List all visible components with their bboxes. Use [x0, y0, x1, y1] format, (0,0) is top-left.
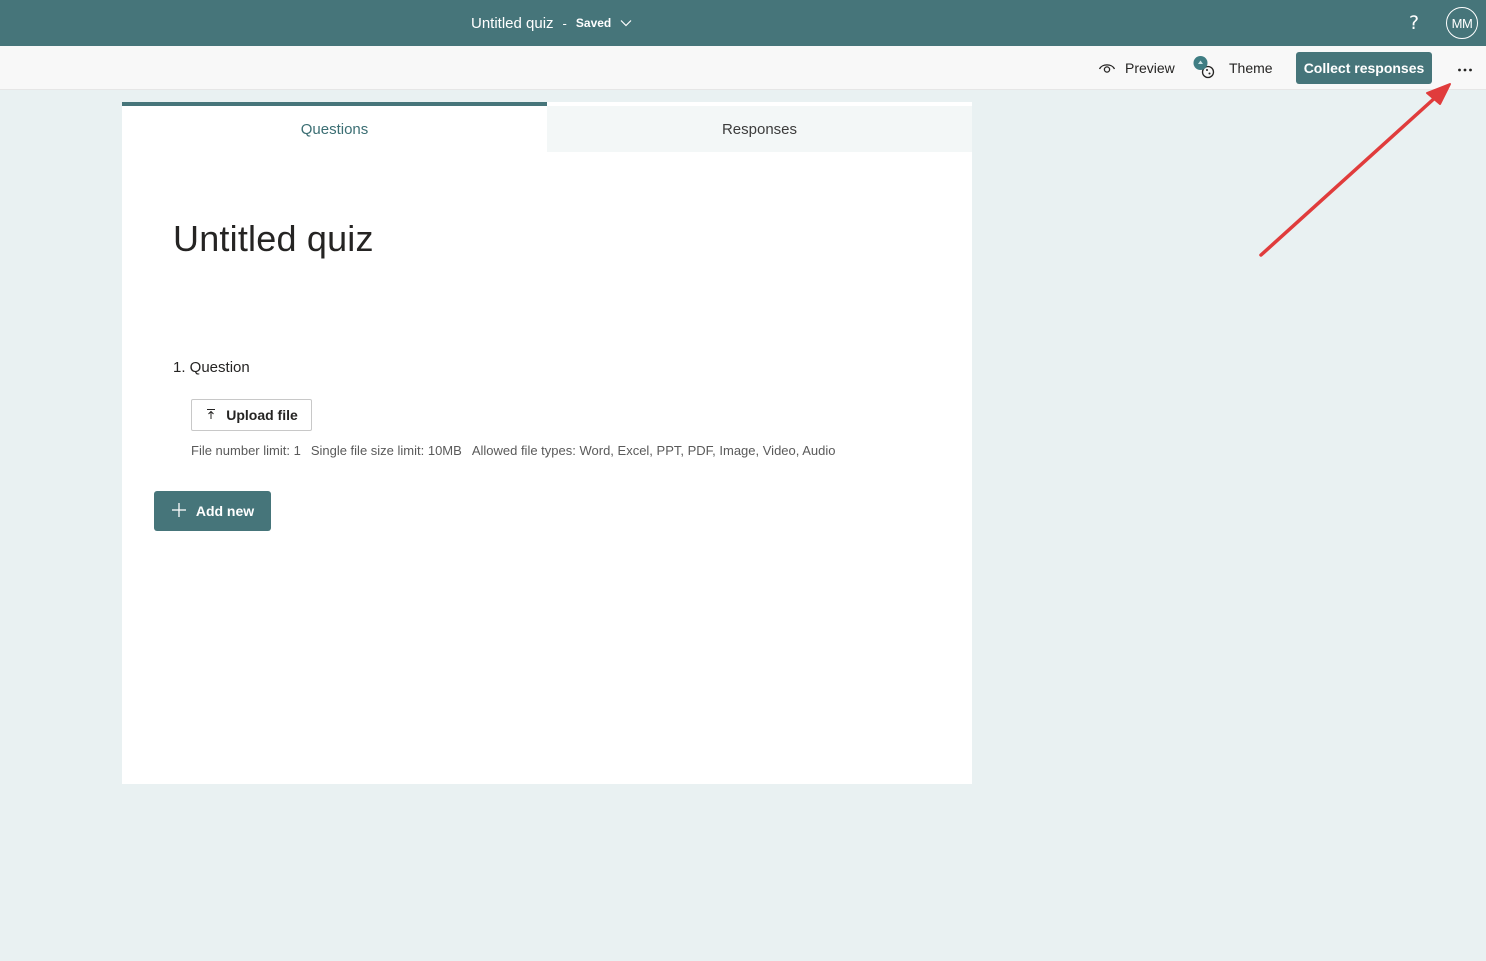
save-status: Saved — [575, 16, 612, 30]
preview-button[interactable]: Preview — [1098, 46, 1175, 90]
tab-questions[interactable]: Questions — [122, 102, 547, 152]
ellipsis-icon — [1457, 59, 1473, 77]
command-bar: Preview Theme Collect responses — [0, 46, 1486, 90]
eye-icon — [1098, 61, 1116, 75]
chevron-down-icon — [620, 17, 632, 29]
quiz-title[interactable]: Untitled quiz — [173, 218, 374, 260]
plus-icon — [171, 502, 187, 521]
more-options-button[interactable] — [1452, 52, 1478, 84]
upload-icon — [205, 407, 217, 423]
collect-responses-button[interactable]: Collect responses — [1296, 52, 1432, 84]
help-icon[interactable]: ? — [1404, 10, 1424, 36]
tab-responses[interactable]: Responses — [547, 106, 972, 152]
file-size-limit: Single file size limit: 10MB — [310, 443, 462, 458]
theme-button[interactable]: Theme — [1192, 46, 1273, 90]
file-limits: File number limit: 1 Single file size li… — [191, 443, 836, 458]
file-number-limit: File number limit: 1 — [191, 443, 301, 458]
title-separator: - — [562, 15, 567, 31]
avatar[interactable]: MM — [1446, 7, 1478, 39]
allowed-file-types: Allowed file types: Word, Excel, PPT, PD… — [471, 443, 836, 458]
upload-file-button[interactable]: Upload file — [191, 399, 312, 431]
form-title-dropdown[interactable]: Untitled quiz - Saved — [471, 0, 632, 46]
add-new-button[interactable]: Add new — [154, 491, 271, 531]
top-bar: Untitled quiz - Saved ? MM — [0, 0, 1486, 46]
form-title: Untitled quiz — [471, 14, 554, 32]
upload-file-label: Upload file — [226, 407, 298, 423]
preview-label: Preview — [1125, 60, 1175, 76]
form-card: Questions Responses Untitled quiz 1. Que… — [122, 102, 972, 784]
add-new-label: Add new — [195, 503, 255, 519]
question-label[interactable]: 1. Question — [173, 359, 250, 376]
palette-icon — [1192, 56, 1216, 80]
theme-label: Theme — [1229, 60, 1273, 76]
